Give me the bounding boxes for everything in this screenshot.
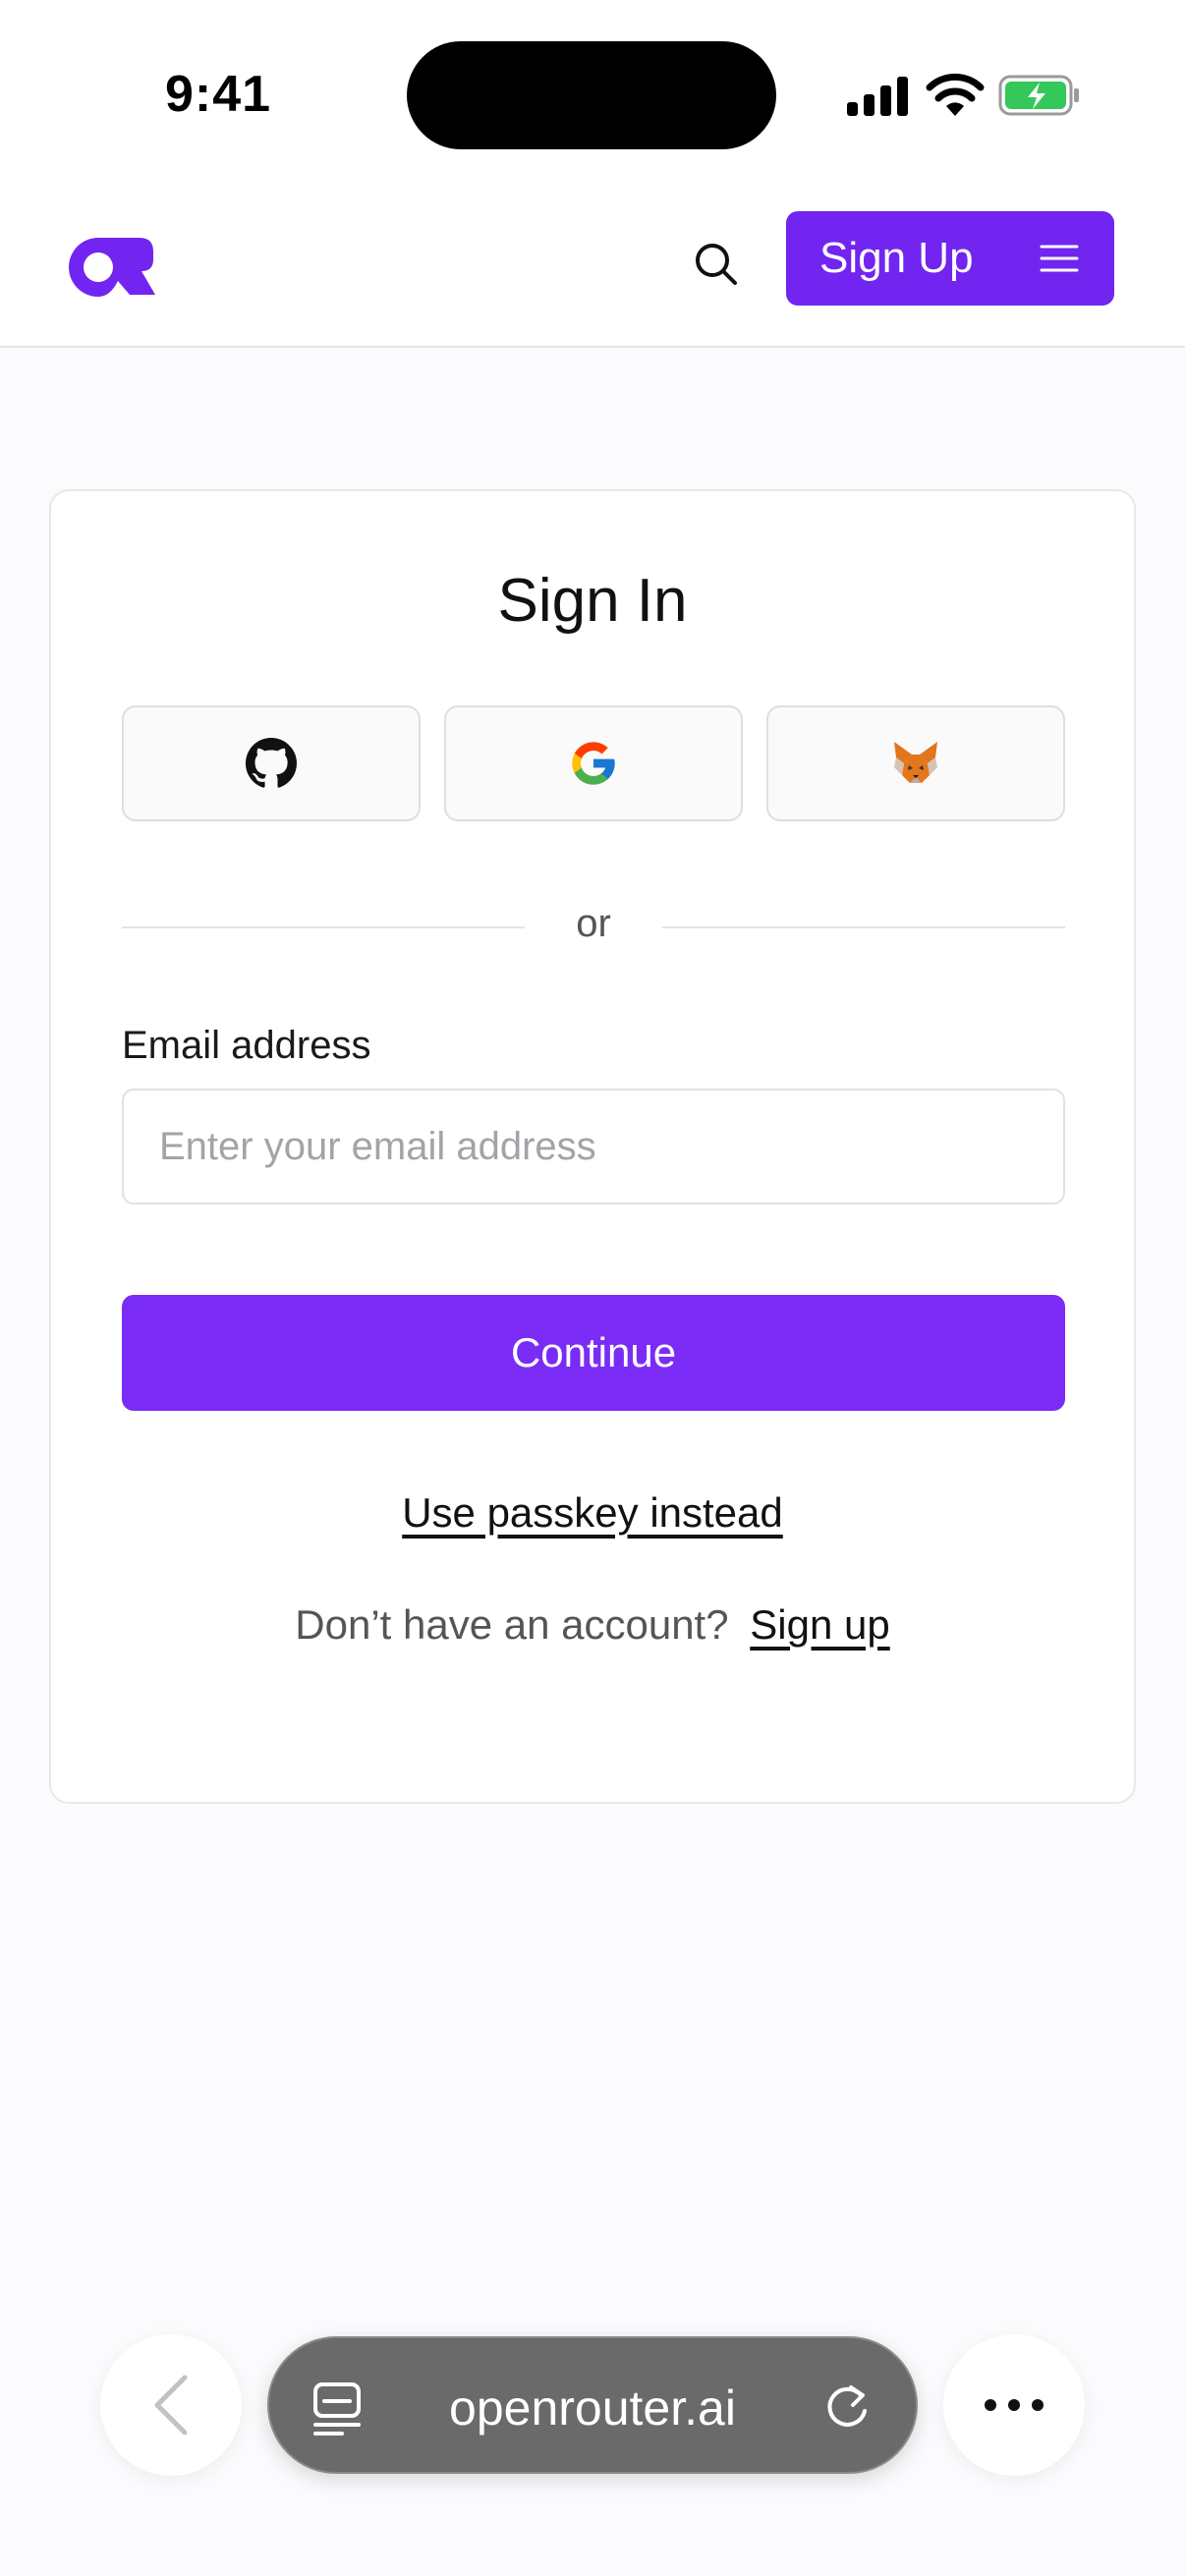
reload-icon[interactable] [821, 2381, 873, 2433]
google-signin-button[interactable] [444, 705, 743, 821]
back-chevron-icon [154, 2375, 188, 2436]
signin-card: Sign In or Email address Continue [49, 489, 1136, 1804]
github-signin-button[interactable] [122, 705, 421, 821]
signal-icon [847, 77, 908, 116]
back-button[interactable] [100, 2334, 242, 2476]
email-label: Email address [122, 1024, 371, 1067]
address-bar[interactable]: openrouter.ai [267, 2336, 918, 2474]
dynamic-island [407, 41, 776, 149]
no-account-text: Don’t have an account? [295, 1601, 729, 1648]
github-icon [246, 738, 297, 788]
more-button[interactable] [943, 2334, 1085, 2476]
more-icon [985, 2399, 1044, 2411]
url-text: openrouter.ai [449, 2380, 736, 2436]
continue-button[interactable]: Continue [122, 1295, 1065, 1411]
metamask-signin-button[interactable] [766, 705, 1065, 821]
divider-line-left [122, 926, 525, 928]
hamburger-menu-icon[interactable] [1040, 244, 1079, 273]
status-bar: 9:41 [0, 0, 1185, 187]
email-field[interactable] [122, 1089, 1065, 1204]
signup-button[interactable]: Sign Up [786, 211, 1114, 306]
page-title: Sign In [497, 567, 688, 635]
metamask-icon [894, 742, 937, 783]
use-passkey-link[interactable]: Use passkey instead [51, 1489, 1134, 1537]
battery-charging-icon [998, 75, 1079, 116]
search-icon[interactable] [692, 240, 741, 289]
top-nav: Sign Up [0, 187, 1185, 348]
no-account-row: Don’t have an account? Sign up [51, 1601, 1134, 1649]
wifi-icon [926, 73, 985, 116]
divider-line-right [662, 926, 1065, 928]
status-time: 9:41 [165, 66, 272, 123]
google-icon [572, 742, 615, 785]
signup-link[interactable]: Sign up [750, 1601, 889, 1648]
divider-text: or [576, 902, 611, 945]
openrouter-logo-icon[interactable] [69, 238, 155, 297]
signup-button-label: Sign Up [819, 234, 974, 282]
